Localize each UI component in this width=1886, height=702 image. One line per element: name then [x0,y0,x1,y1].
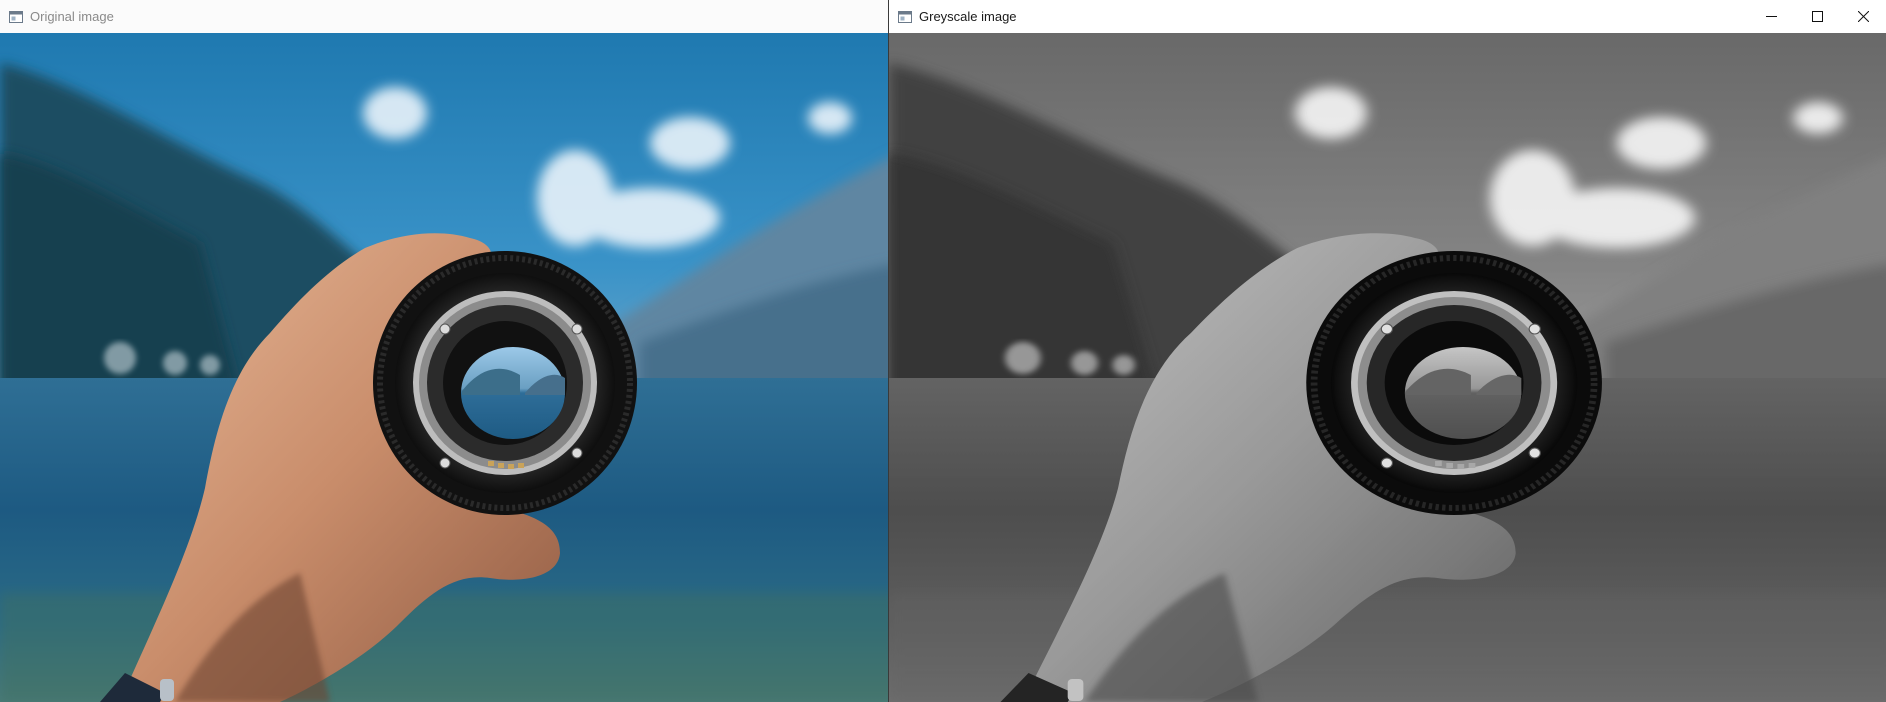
title-bar[interactable]: Original image [0,0,888,34]
maximize-icon [1811,11,1823,22]
maximize-button[interactable] [1794,0,1840,33]
minimize-button[interactable] [1748,0,1794,33]
original-photo [0,33,888,702]
image-canvas [889,33,1886,702]
title-bar[interactable]: Greyscale image [889,0,1886,34]
window-title: Original image [30,9,114,24]
close-icon [1857,11,1869,22]
minimize-icon [1765,16,1777,17]
close-button[interactable] [1840,0,1886,33]
window-title: Greyscale image [919,9,1017,24]
app-window-icon [898,10,912,23]
greyscale-image-window[interactable]: Greyscale image [888,0,1886,702]
window-controls [1748,0,1886,33]
app-window-icon [9,10,23,23]
image-canvas [0,33,888,702]
greyscale-photo [889,33,1886,702]
original-image-window[interactable]: Original image [0,0,888,702]
